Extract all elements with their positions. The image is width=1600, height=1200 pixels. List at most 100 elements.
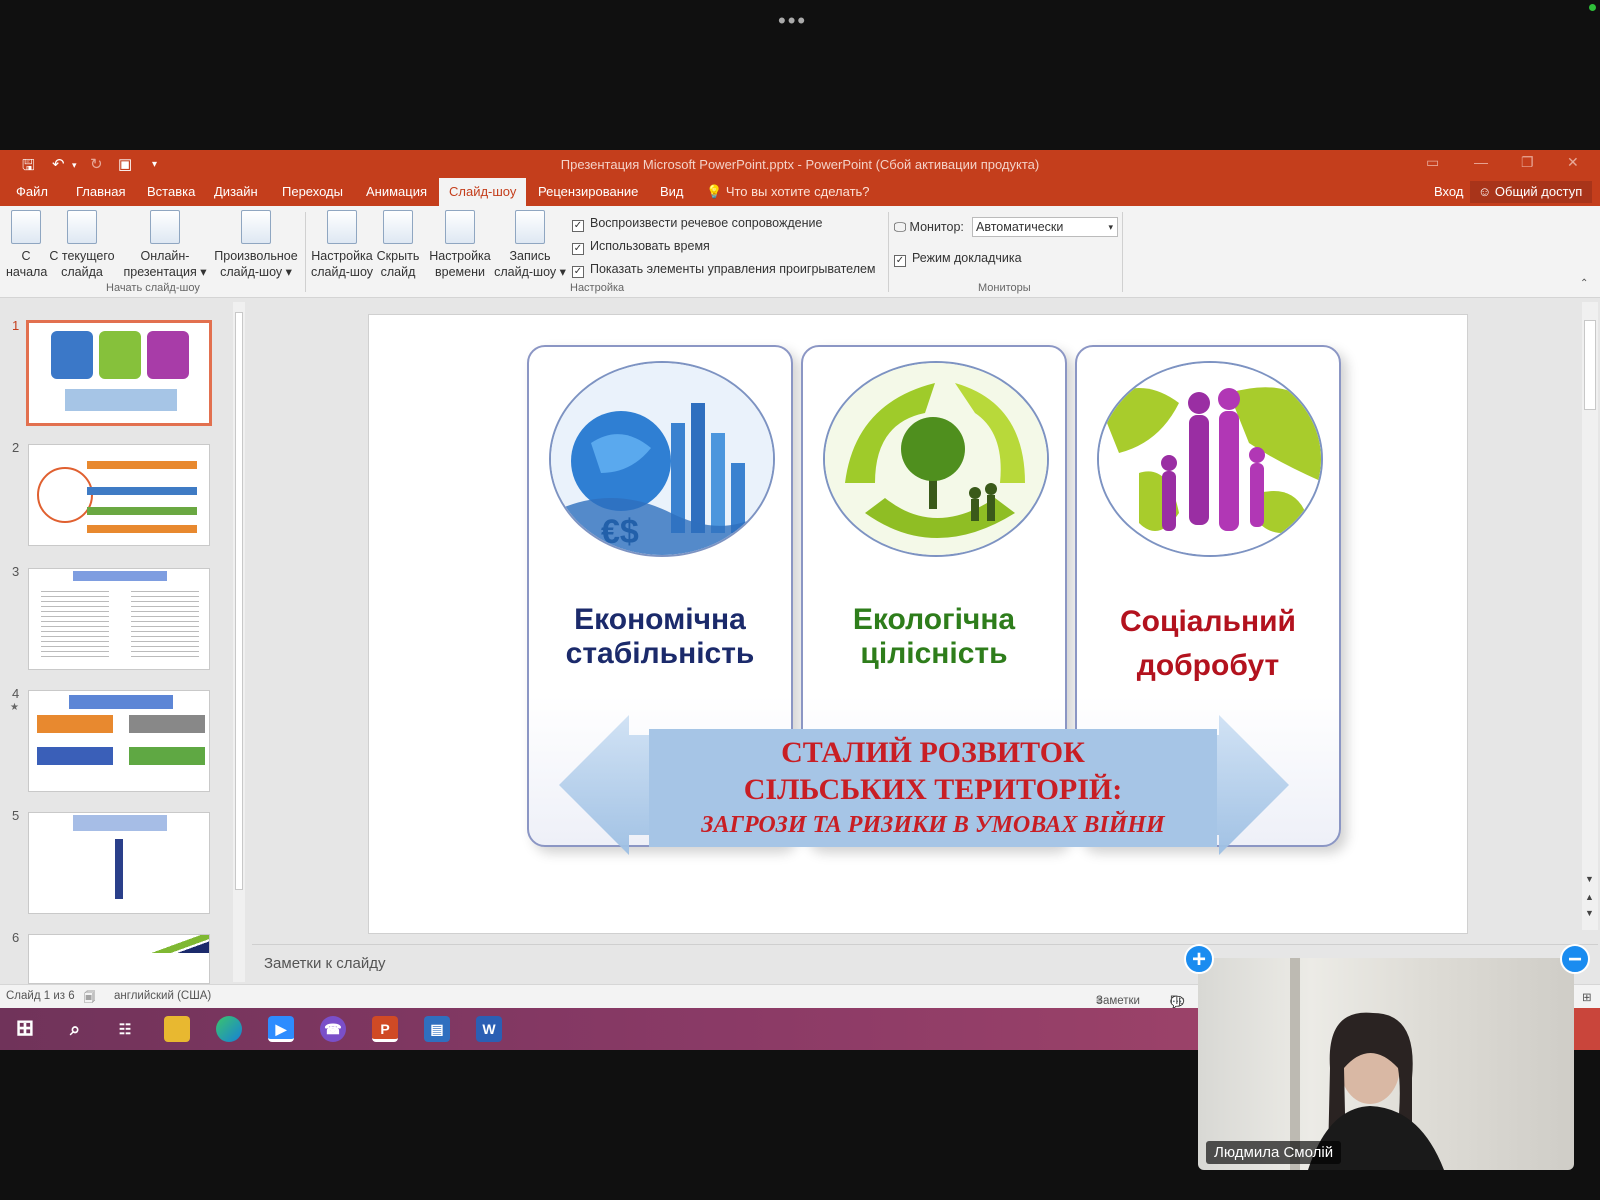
- card-economic-line2: стабільність: [565, 637, 755, 670]
- ribbon-separator: [305, 212, 306, 292]
- from-beginning-button[interactable]: С начала: [6, 210, 47, 280]
- banner-line1: СТАЛИЙ РОЗВИТОК: [781, 736, 1085, 769]
- previous-slide-icon[interactable]: ▲: [1585, 892, 1594, 902]
- windows-taskbar: ⊞ ⌕ ☷ ▶ ☎ P ▤ W: [0, 1008, 1200, 1050]
- thumbnail-scrollbar[interactable]: [233, 302, 245, 982]
- use-timings-checkbox[interactable]: ✓ Использовать время: [572, 239, 710, 255]
- next-slide-icon[interactable]: ▼: [1585, 908, 1594, 918]
- scroll-thumb[interactable]: [1584, 320, 1596, 410]
- slide-counter: Слайд 1 из 6: [6, 990, 75, 1002]
- show-media-controls-label: Показать элементы управления проигрывате…: [590, 262, 876, 276]
- tab-review[interactable]: Рецензирование: [536, 178, 640, 206]
- custom-slideshow-button[interactable]: Произвольное слайд-шоу ▾: [210, 210, 302, 280]
- slide-scrollbar[interactable]: ▼ ▲ ▼: [1582, 302, 1598, 930]
- participant-video-tile[interactable]: Людмила Смолій: [1198, 958, 1574, 1170]
- share-label: Общий доступ: [1494, 184, 1583, 199]
- ribbon-display-icon[interactable]: ▭: [1426, 154, 1439, 171]
- app-window-icon[interactable]: ▤: [424, 1016, 450, 1042]
- title-banner: СТАЛИЙ РОЗВИТОК СІЛЬСЬКИХ ТЕРИТОРІЙ: ЗАГ…: [649, 729, 1217, 847]
- from-current-l2: слайда: [61, 265, 103, 279]
- close-icon[interactable]: ✕: [1567, 154, 1579, 171]
- thumb-shape: [73, 571, 167, 581]
- language-indicator[interactable]: английский (США): [114, 990, 211, 1002]
- monitor-select-value: Автоматически: [976, 220, 1064, 234]
- collapse-ribbon-icon[interactable]: ⌃: [1580, 278, 1588, 289]
- thumb-shape: [37, 467, 93, 523]
- slide-canvas[interactable]: €$ Економічна стабільність Екологічна ці…: [368, 314, 1468, 934]
- search-icon[interactable]: ⌕: [62, 1016, 88, 1042]
- tab-slideshow[interactable]: Слайд-шоу: [439, 178, 527, 206]
- online-l1: Онлайн-: [140, 249, 190, 263]
- card-social-line1: Соціальний: [1120, 605, 1296, 638]
- slide-number: 6: [12, 930, 20, 945]
- banner-line2: СІЛЬСЬКИХ ТЕРИТОРІЙ:: [743, 773, 1123, 806]
- fit-slide-icon[interactable]: ⊞: [1582, 990, 1592, 1004]
- powerpoint-icon[interactable]: P: [372, 1016, 398, 1042]
- play-narrations-label: Воспроизвести речевое сопровождение: [590, 216, 823, 230]
- tab-home[interactable]: Главная: [74, 178, 127, 206]
- minus-icon[interactable]: −: [1560, 944, 1590, 974]
- windows-start-icon[interactable]: ⊞: [12, 1016, 38, 1042]
- comments-toggle-label: Пр: [1170, 995, 1185, 1007]
- slide-number: 3: [12, 564, 20, 579]
- setup-slideshow-button[interactable]: Настройка слайд-шоу: [308, 210, 376, 280]
- start-group-label: Начать слайд-шоу: [106, 282, 200, 294]
- scroll-thumb[interactable]: [235, 312, 243, 890]
- from-current-button[interactable]: С текущего слайда: [48, 210, 116, 280]
- recycle-tree-icon: [823, 361, 1049, 557]
- tab-insert[interactable]: Вставка: [145, 178, 197, 206]
- word-icon[interactable]: W: [476, 1016, 502, 1042]
- presenter-view-label: Режим докладчика: [912, 251, 1022, 265]
- slide-thumbnail-5[interactable]: [28, 812, 210, 914]
- thumb-shape: [147, 331, 189, 379]
- spellcheck-icon[interactable]: 🗐: [84, 990, 96, 1009]
- tell-me-label: Что вы хотите сделать?: [725, 184, 870, 199]
- setup-l1: Настройка: [311, 249, 373, 263]
- edge-icon[interactable]: [216, 1016, 242, 1042]
- minimize-icon[interactable]: —: [1474, 154, 1488, 170]
- scroll-down-icon[interactable]: ▼: [1585, 874, 1594, 884]
- presenter-view-checkbox[interactable]: ✓ Режим докладчика: [894, 251, 1022, 267]
- slide-thumbnail-6[interactable]: [28, 934, 210, 984]
- tab-transitions[interactable]: Переходы: [280, 178, 345, 206]
- monitor-label: 🖵 Монитор:: [894, 220, 964, 235]
- tab-design[interactable]: Дизайн: [212, 178, 260, 206]
- rehearse-l2: времени: [435, 265, 485, 279]
- signin-link[interactable]: Вход: [1434, 178, 1463, 206]
- maximize-icon[interactable]: ❐: [1521, 154, 1534, 171]
- slide-thumbnail-2[interactable]: [28, 444, 210, 546]
- star-icon: ★: [10, 702, 19, 713]
- play-from-current-icon: [67, 210, 97, 244]
- custom-show-icon: [241, 210, 271, 244]
- slide-thumbnail-4[interactable]: [28, 690, 210, 792]
- participant-name: Людмила Смолій: [1206, 1141, 1342, 1164]
- task-view-icon[interactable]: ☷: [112, 1016, 138, 1042]
- setup-l2: слайд-шоу: [310, 265, 374, 279]
- rehearse-timings-button[interactable]: Настройка времени: [426, 210, 494, 280]
- record-slideshow-button[interactable]: Запись слайд-шоу ▾: [494, 210, 566, 280]
- show-media-controls-checkbox[interactable]: ✓ Показать элементы управления проигрыват…: [572, 262, 876, 278]
- slide-thumbnail-3[interactable]: [28, 568, 210, 670]
- setup-icon: [327, 210, 357, 244]
- globe-icon: [150, 210, 180, 244]
- window-title: Презентация Microsoft PowerPoint.pptx - …: [560, 157, 1040, 172]
- online-presentation-button[interactable]: Онлайн- презентация ▾: [122, 210, 208, 280]
- tell-me-search[interactable]: 💡 Что вы хотите сделать?: [706, 178, 870, 206]
- thumb-shape: [129, 715, 205, 733]
- economy-globe-icon: €$: [549, 361, 775, 557]
- viber-icon[interactable]: ☎: [320, 1016, 346, 1042]
- more-options-icon[interactable]: •••: [778, 8, 807, 34]
- tab-view[interactable]: Вид: [658, 178, 686, 206]
- share-button[interactable]: ☺ Общий доступ: [1470, 181, 1593, 203]
- play-narrations-checkbox[interactable]: ✓ Воспроизвести речевое сопровождение: [572, 216, 822, 232]
- slide-thumbnail-1[interactable]: [26, 320, 212, 426]
- monitor-select[interactable]: Автоматически ▾: [972, 217, 1118, 237]
- setup-group-label: Настройка: [570, 282, 625, 294]
- hide-slide-button[interactable]: Скрыть слайд: [376, 210, 420, 280]
- tab-animations[interactable]: Анимация: [364, 178, 429, 206]
- tab-file[interactable]: Файл: [14, 178, 50, 206]
- zoom-app-icon[interactable]: ▶: [268, 1016, 294, 1042]
- file-explorer-icon[interactable]: [164, 1016, 190, 1042]
- person-icon: ☺: [1478, 184, 1492, 199]
- plus-icon[interactable]: +: [1184, 944, 1214, 974]
